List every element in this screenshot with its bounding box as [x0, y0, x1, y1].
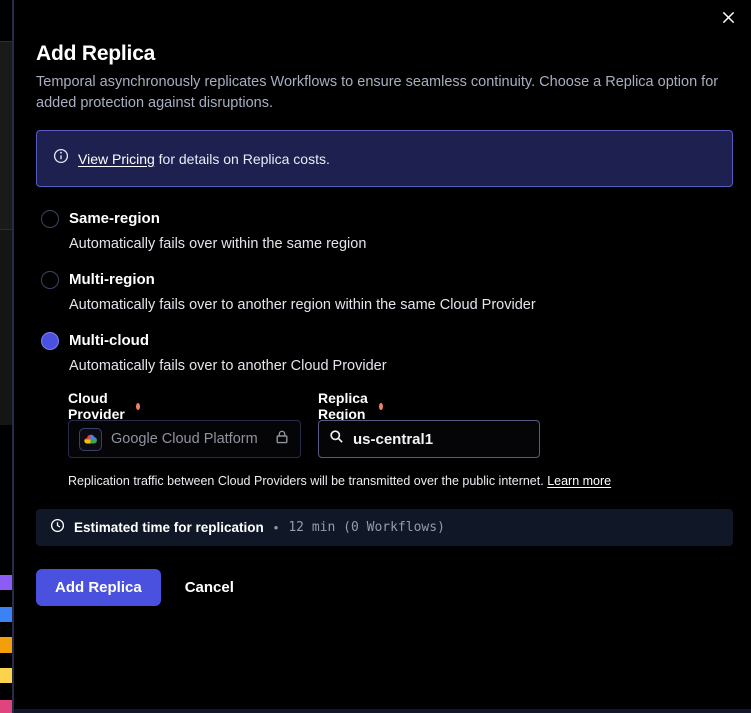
radio-same-region[interactable] [41, 210, 59, 228]
learn-more-link[interactable]: Learn more [547, 474, 611, 488]
required-dot [136, 403, 140, 410]
modal-actions: Add Replica Cancel [36, 569, 234, 606]
option-description: Automatically fails over to another regi… [69, 295, 721, 315]
replica-region-label-text: Replica Region [318, 390, 371, 422]
view-pricing-link[interactable]: View Pricing [78, 151, 155, 167]
replica-region-label: Replica Region [318, 390, 383, 422]
radio-multi-cloud[interactable] [41, 332, 59, 350]
color-stripe [0, 668, 12, 683]
option-label[interactable]: Multi-cloud [69, 330, 721, 352]
option-label[interactable]: Multi-region [69, 269, 721, 291]
info-circle-icon [53, 148, 69, 169]
estimate-separator: • [274, 520, 279, 535]
modal-description: Temporal asynchronously replicates Workf… [36, 72, 726, 114]
clock-icon [50, 518, 65, 538]
color-stripe [0, 700, 12, 713]
background-panel [0, 42, 12, 229]
cloud-provider-value: Google Cloud Platform [111, 431, 265, 447]
search-icon [329, 429, 344, 449]
public-internet-note: Replication traffic between Cloud Provid… [68, 474, 611, 488]
pricing-banner-rest: for details on Replica costs. [155, 151, 330, 167]
option-label[interactable]: Same-region [69, 208, 721, 230]
lock-icon [274, 429, 290, 450]
cancel-button[interactable]: Cancel [185, 579, 234, 596]
close-button[interactable] [718, 10, 738, 30]
pricing-info-banner: View Pricing for details on Replica cost… [36, 130, 733, 187]
cloud-provider-label: Cloud Provider [68, 390, 140, 422]
bottom-tint [14, 709, 751, 713]
color-stripe [0, 607, 12, 622]
close-icon [721, 10, 736, 30]
option-same-region: Same-region Automatically fails over wit… [41, 208, 721, 254]
cloud-provider-label-text: Cloud Provider [68, 390, 128, 422]
option-description: Automatically fails over to another Clou… [69, 356, 721, 376]
required-dot [379, 403, 383, 410]
background-panel [0, 230, 12, 425]
note-text: Replication traffic between Cloud Provid… [68, 474, 547, 488]
estimate-label: Estimated time for replication [74, 520, 264, 535]
pricing-banner-text: View Pricing for details on Replica cost… [78, 151, 330, 167]
add-replica-modal: Add Replica Temporal asynchronously repl… [14, 0, 751, 713]
modal-title: Add Replica [36, 42, 155, 66]
add-replica-button[interactable]: Add Replica [36, 569, 161, 606]
estimate-value: 12 min (0 Workflows) [288, 520, 445, 535]
radio-multi-region[interactable] [41, 271, 59, 289]
estimated-time-banner: Estimated time for replication • 12 min … [36, 509, 733, 546]
replica-region-field[interactable] [318, 420, 540, 458]
option-multi-cloud: Multi-cloud Automatically fails over to … [41, 330, 721, 376]
replica-region-input[interactable] [353, 431, 513, 448]
color-stripe [0, 637, 12, 653]
cloud-provider-select[interactable]: Google Cloud Platform [68, 420, 301, 458]
option-multi-region: Multi-region Automatically fails over to… [41, 269, 721, 315]
option-description: Automatically fails over within the same… [69, 234, 721, 254]
color-stripe [0, 575, 12, 590]
gcp-logo-icon [79, 428, 102, 451]
